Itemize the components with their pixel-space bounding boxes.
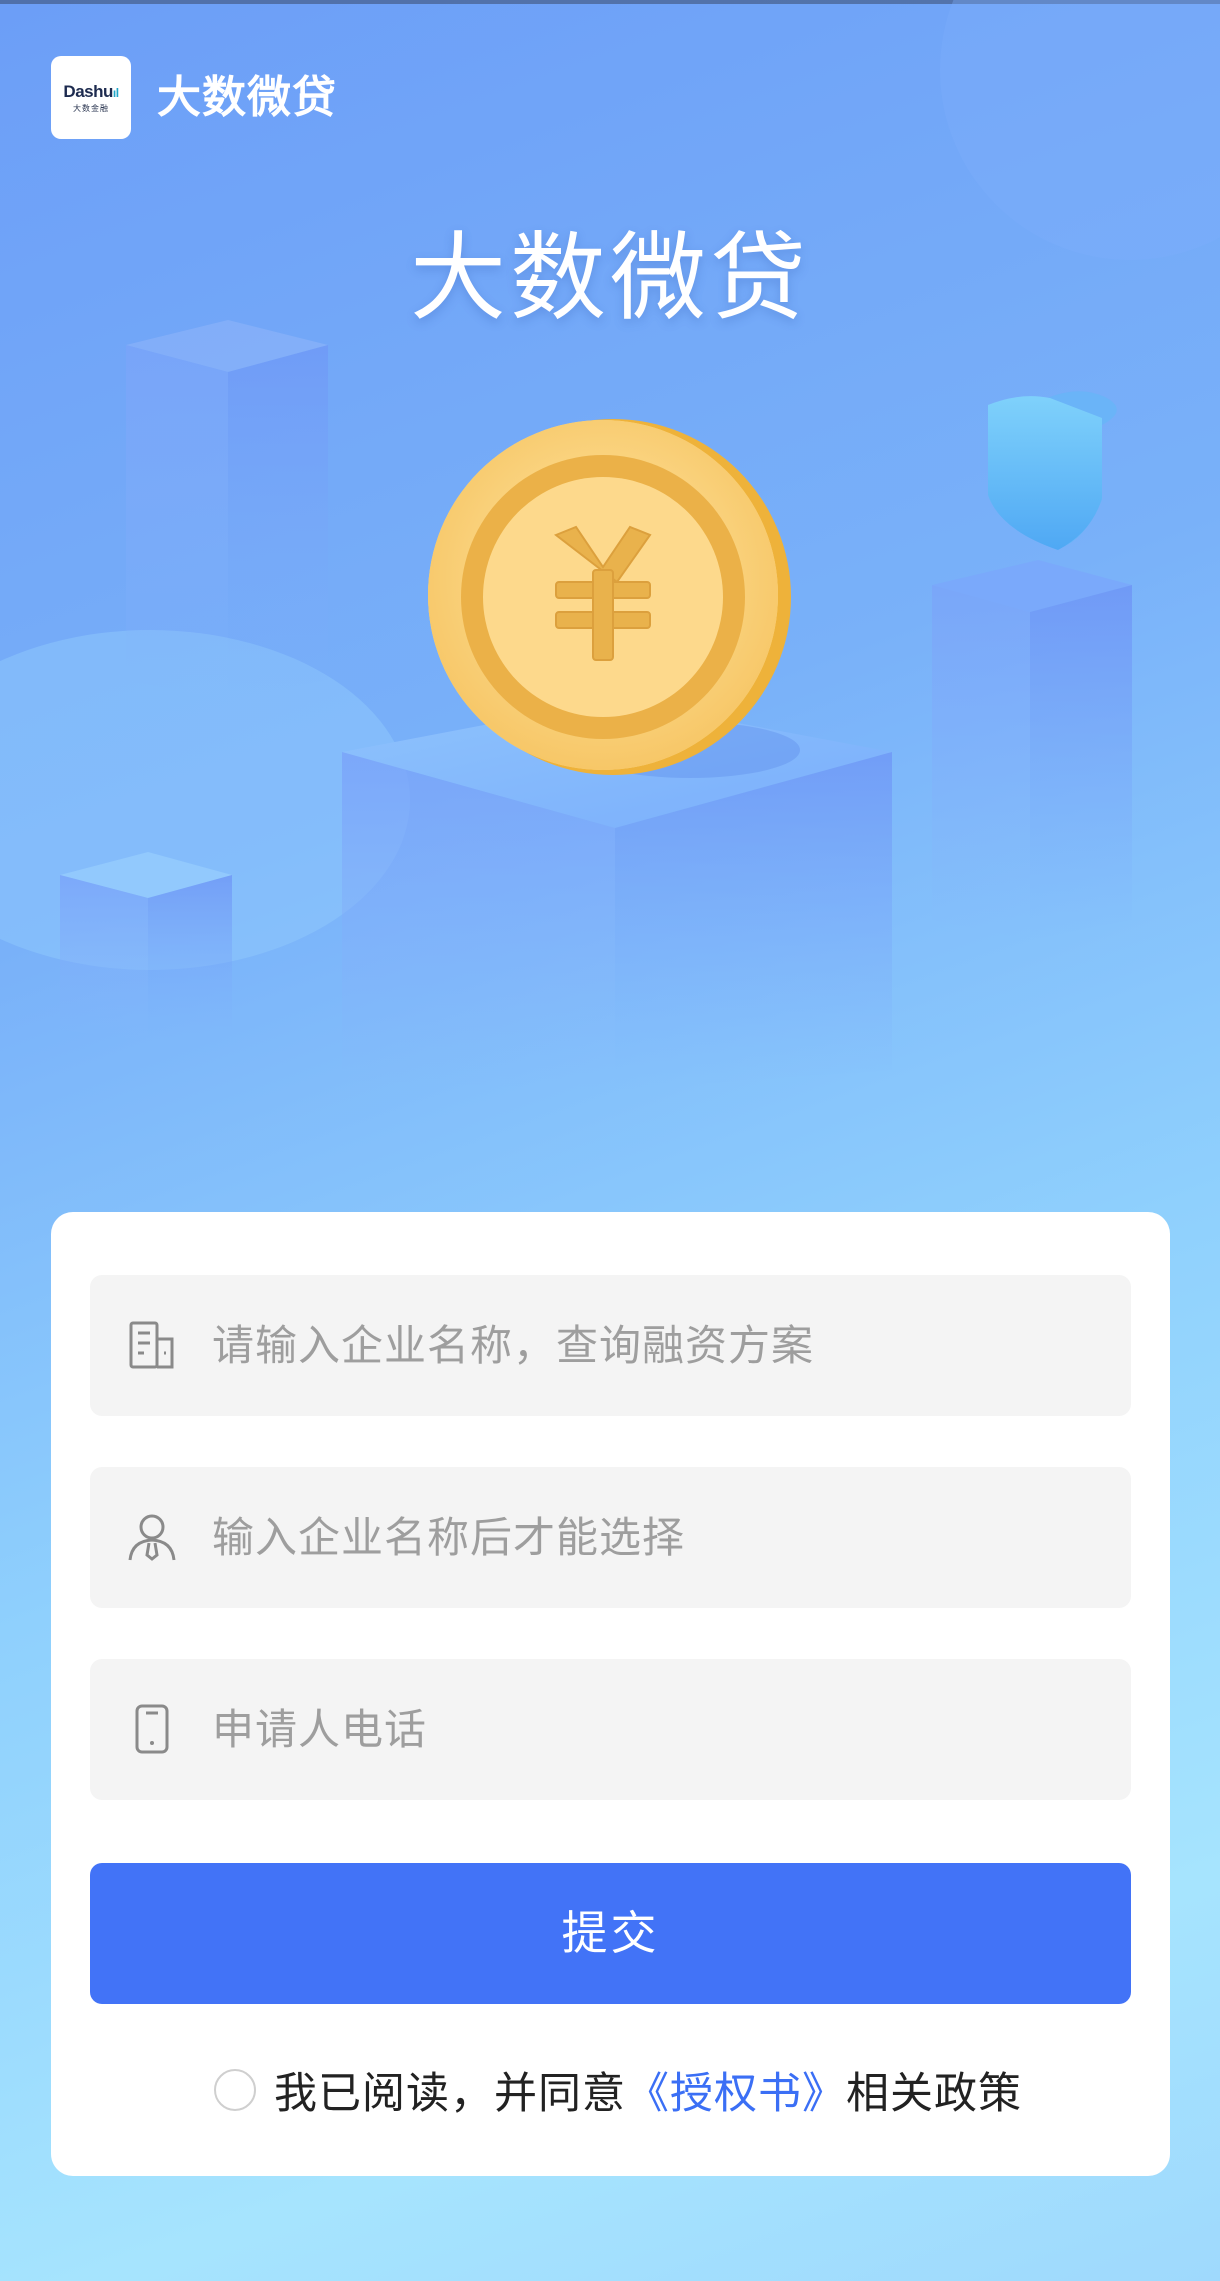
person-select-placeholder: 输入企业名称后才能选择 xyxy=(212,1513,686,1562)
agreement-suffix: 相关政策 xyxy=(846,2069,1022,2119)
app-logo: Dashuıl 大数金融 xyxy=(51,56,131,139)
phone-placeholder: 申请人电话 xyxy=(212,1705,428,1754)
logo-subtitle: 大数金融 xyxy=(73,103,109,113)
page-title: 大数微贷 xyxy=(410,222,810,334)
agreement-row: 我已阅读，并同意 《授权书》 相关政策 xyxy=(214,2045,1022,2135)
phone-icon xyxy=(135,1704,169,1754)
agreement-checkbox[interactable] xyxy=(214,2069,256,2111)
authorization-link[interactable]: 《授权书》 xyxy=(626,2059,846,2121)
building-icon xyxy=(129,1321,174,1369)
coin-icon xyxy=(428,419,791,775)
hero-illustration xyxy=(0,0,1220,1090)
submit-button[interactable]: 提交 xyxy=(90,1863,1131,2004)
person-select-input[interactable]: 输入企业名称后才能选择 xyxy=(90,1467,1131,1608)
company-name-input[interactable]: 请输入企业名称，查询融资方案 xyxy=(90,1275,1131,1416)
application-form-card: 请输入企业名称，查询融资方案 输入企业名称后才能选择 申请人电话 提交 我已阅读… xyxy=(51,1212,1170,2176)
phone-input[interactable]: 申请人电话 xyxy=(90,1659,1131,1800)
logo-wordmark: Dashuıl xyxy=(63,81,119,101)
person-icon xyxy=(128,1514,176,1561)
app-name: 大数微贷 xyxy=(157,72,337,123)
agreement-prefix: 我已阅读，并同意 xyxy=(274,2069,626,2119)
company-name-placeholder: 请输入企业名称，查询融资方案 xyxy=(212,1321,815,1370)
